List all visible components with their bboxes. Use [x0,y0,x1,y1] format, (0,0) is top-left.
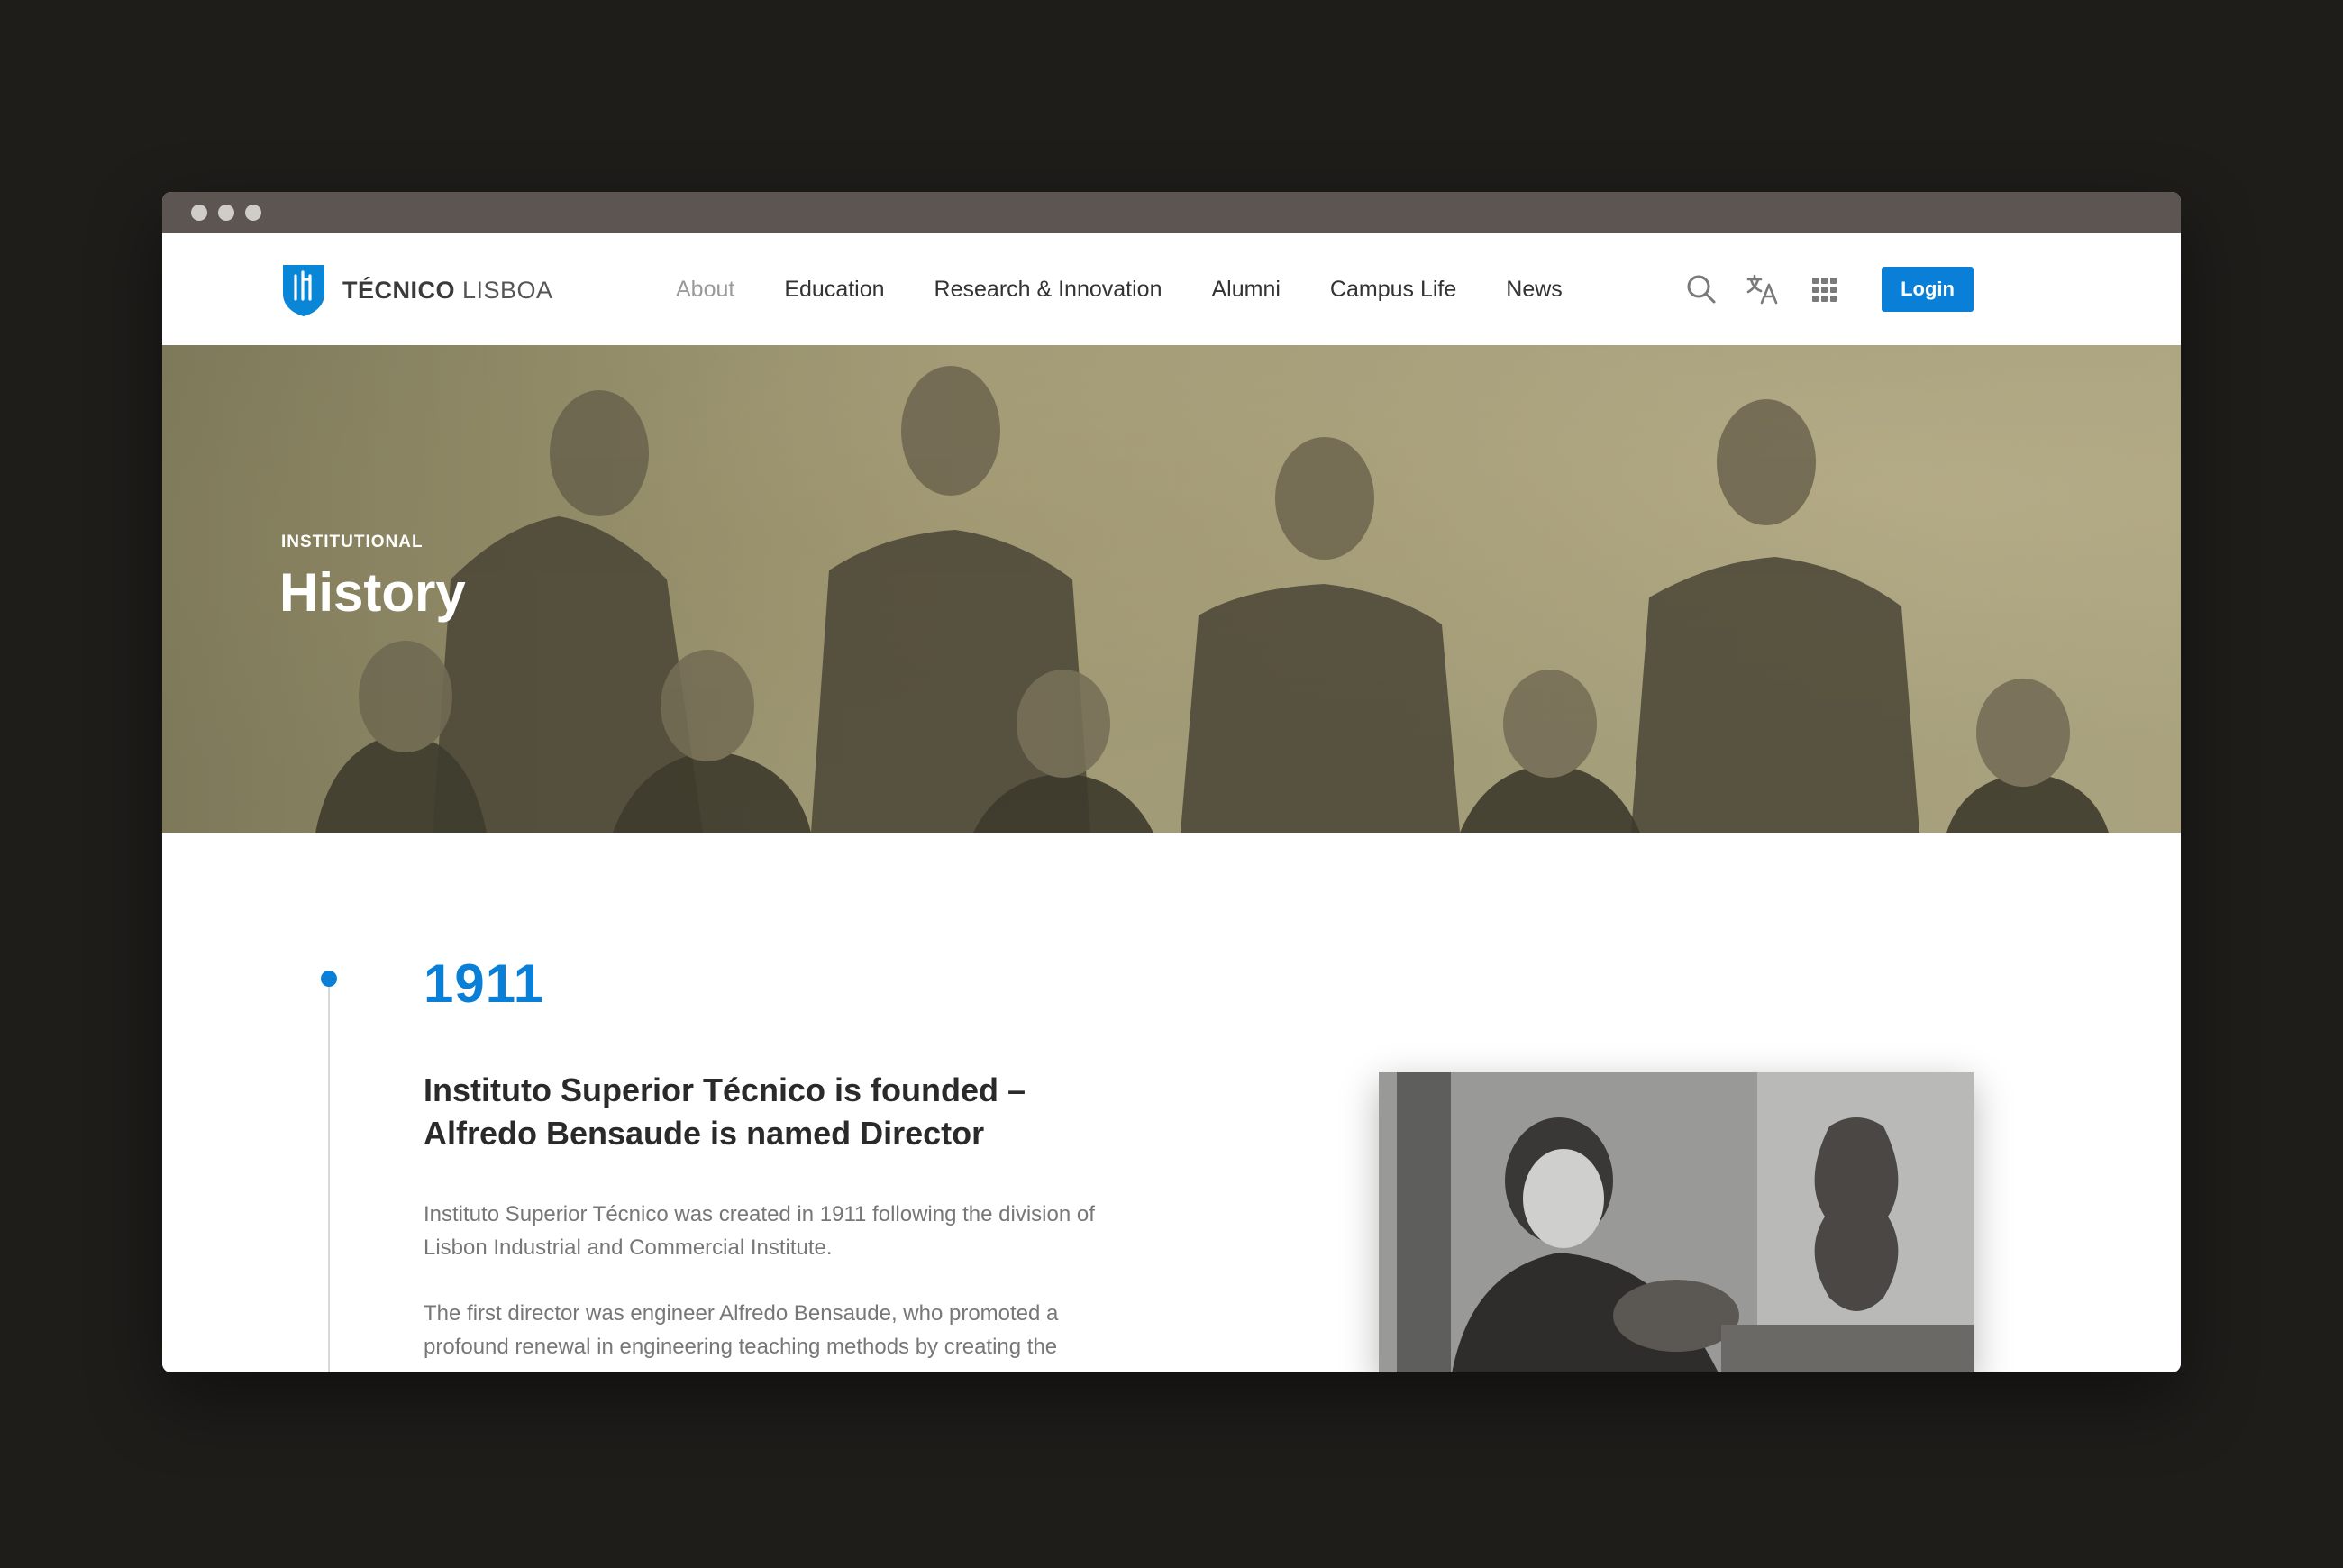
timeline-line [328,986,330,1372]
timeline-photo [1379,1072,1974,1372]
timeline-paragraph-2: The first director was engineer Alfredo … [424,1301,1059,1359]
timeline-section: 1911 Instituto Superior Técnico is found… [162,833,2181,1372]
luthier-photo-illustration [1379,1072,1974,1372]
site-header: TÉCNICO LISBOA About Education Research … [162,233,2181,345]
browser-chrome [162,192,2181,233]
hero-kicker: INSTITUTIONAL [281,533,424,552]
nav-item-research-innovation[interactable]: Research & Innovation [934,277,1162,303]
window-dot-minimize[interactable] [218,205,234,221]
logo-brand-bold: TÉCNICO [342,276,455,304]
timeline-dot [321,971,337,987]
nav-item-about[interactable]: About [676,277,734,303]
hero-banner: INSTITUTIONAL History [162,345,2181,833]
timeline-paragraph-1: Instituto Superior Técnico was created i… [424,1202,1095,1260]
browser-window: TÉCNICO LISBOA About Education Research … [162,192,2181,1372]
nav-item-news[interactable]: News [1506,277,1563,303]
search-icon[interactable] [1685,273,1718,305]
logo-wordmark: TÉCNICO LISBOA [342,277,553,305]
header-tools: Login [1685,233,1974,345]
timeline-entry-title: Instituto Superior Técnico is founded – … [424,1071,1026,1152]
window-dot-close[interactable] [191,205,207,221]
nav-item-campus-life[interactable]: Campus Life [1330,277,1456,303]
page-title: History [279,562,466,623]
apps-grid-icon[interactable] [1808,273,1840,305]
shield-logo-icon [283,265,324,316]
login-button[interactable]: Login [1882,267,1974,312]
stage: TÉCNICO LISBOA About Education Research … [0,0,2343,1568]
site-logo[interactable]: TÉCNICO LISBOA [281,263,553,317]
logo-brand-light: LISBOA [462,276,553,304]
window-dot-maximize[interactable] [245,205,261,221]
timeline-year: 1911 [424,953,545,1014]
main-nav: About Education Research & Innovation Al… [676,233,1563,345]
nav-item-education[interactable]: Education [784,277,884,303]
nav-item-alumni[interactable]: Alumni [1211,277,1280,303]
translate-icon[interactable] [1746,273,1779,305]
